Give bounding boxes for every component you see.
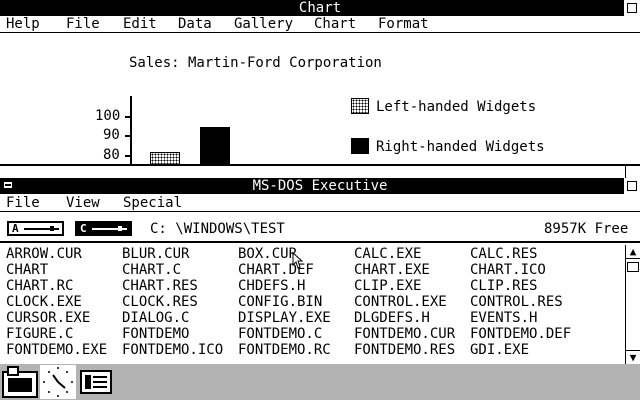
menu-view[interactable]: View: [66, 196, 100, 211]
file-item[interactable]: FIGURE.C: [6, 326, 73, 342]
menu-file[interactable]: File: [66, 17, 100, 32]
file-cabinet-icon[interactable]: [2, 366, 38, 398]
dos-window-title: MS-DOS Executive: [252, 178, 388, 194]
menu-help[interactable]: Help: [6, 17, 40, 32]
chart-menu-bar: Help File Edit Data Gallery Chart Format: [0, 16, 640, 33]
menu-edit[interactable]: Edit: [123, 17, 157, 32]
maximize-icon[interactable]: [624, 0, 640, 16]
file-item[interactable]: FONTDEMO.DEF: [470, 326, 571, 342]
file-item[interactable]: CURSOR.EXE: [6, 310, 90, 326]
scroll-up-icon[interactable]: ▲: [626, 245, 640, 259]
file-item[interactable]: CALC.RES: [470, 246, 537, 262]
file-item[interactable]: GDI.EXE: [470, 342, 529, 358]
system-menu-icon[interactable]: [3, 181, 13, 189]
file-item[interactable]: BLUR.CUR: [122, 246, 189, 262]
window-divider: [0, 164, 640, 166]
file-item[interactable]: CHART.ICO: [470, 262, 546, 278]
legend-swatch-left-handed: [351, 98, 369, 114]
drive-light: [118, 226, 122, 231]
file-item[interactable]: ARROW.CUR: [6, 246, 82, 262]
menu-special[interactable]: Special: [123, 196, 182, 211]
y-tick-label: 100: [95, 108, 121, 124]
path-separator: [0, 241, 640, 243]
file-item[interactable]: FONTDEMO.RES: [354, 342, 455, 358]
dos-menu-bar: File View Special: [0, 194, 640, 212]
drive-a-icon[interactable]: A: [7, 221, 64, 236]
y-tick-mark: [125, 155, 131, 157]
clock-icon[interactable]: [40, 365, 76, 399]
file-item[interactable]: CONFIG.BIN: [238, 294, 322, 310]
scroll-down-icon[interactable]: ▼: [626, 350, 640, 364]
file-item[interactable]: CHART.RES: [122, 278, 198, 294]
file-item[interactable]: CLOCK.EXE: [6, 294, 82, 310]
file-item[interactable]: FONTDEMO.EXE: [6, 342, 107, 358]
menu-data[interactable]: Data: [178, 17, 212, 32]
dos-title-bar[interactable]: MS-DOS Executive: [0, 178, 640, 194]
menu-format[interactable]: Format: [378, 17, 429, 32]
file-item[interactable]: CLIP.RES: [470, 278, 537, 294]
y-axis-line: [130, 96, 132, 164]
file-item[interactable]: CHART.C: [122, 262, 181, 278]
file-item[interactable]: CONTROL.RES: [470, 294, 563, 310]
file-item[interactable]: FONTDEMO: [122, 326, 189, 342]
menu-file[interactable]: File: [6, 196, 40, 211]
chart-window-title: Chart: [298, 0, 342, 16]
mouse-cursor-icon: [292, 252, 304, 269]
file-item[interactable]: CHDEFS.H: [238, 278, 305, 294]
ms-dos-executive-icon[interactable]: [80, 370, 112, 394]
legend-label: Right-handed Widgets: [376, 139, 545, 155]
file-item[interactable]: FONTDEMO.ICO: [122, 342, 223, 358]
legend-label: Left-handed Widgets: [376, 99, 537, 115]
file-item[interactable]: EVENTS.H: [470, 310, 537, 326]
y-tick-label: 90: [103, 127, 120, 143]
menu-gallery[interactable]: Gallery: [234, 17, 293, 32]
file-item[interactable]: CHART.EXE: [354, 262, 430, 278]
file-item[interactable]: DLGDEFS.H: [354, 310, 430, 326]
drive-letter: A: [12, 222, 19, 235]
legend-swatch-right-handed: [351, 138, 369, 154]
file-item[interactable]: CLOCK.RES: [122, 294, 198, 310]
y-tick-mark: [125, 116, 131, 118]
file-item[interactable]: CHART: [6, 262, 48, 278]
file-item[interactable]: BOX.CUR: [238, 246, 297, 262]
file-item[interactable]: CHART.RC: [6, 278, 73, 294]
icon-area: [0, 364, 640, 400]
y-tick-mark: [125, 135, 131, 137]
window-gap: [0, 164, 640, 178]
vertical-scrollbar[interactable]: ▲ ▼: [625, 245, 640, 364]
file-item[interactable]: FONTDEMO.C: [238, 326, 322, 342]
scroll-thumb[interactable]: [627, 262, 639, 272]
drive-c-icon[interactable]: C: [75, 221, 132, 236]
file-item[interactable]: CONTROL.EXE: [354, 294, 447, 310]
free-space: 8957K Free: [544, 221, 629, 237]
file-item[interactable]: FONTDEMO.RC: [238, 342, 331, 358]
current-path: C: \WINDOWS\TEST: [150, 221, 285, 237]
file-item[interactable]: FONTDEMO.CUR: [354, 326, 455, 342]
drive-light: [50, 226, 54, 231]
menu-chart[interactable]: Chart: [314, 17, 356, 32]
file-item[interactable]: CLIP.EXE: [354, 278, 421, 294]
bar-right-handed-widgets: [200, 126, 230, 164]
file-item[interactable]: DISPLAY.EXE: [238, 310, 331, 326]
drive-letter: C: [80, 222, 87, 235]
chart-title-bar[interactable]: Chart: [0, 0, 640, 16]
maximize-icon[interactable]: [624, 178, 640, 194]
chart-size-box[interactable]: [625, 165, 640, 179]
y-tick-label: 80: [103, 147, 120, 163]
file-item[interactable]: CALC.EXE: [354, 246, 421, 262]
chart-title: Sales: Martin-Ford Corporation: [129, 55, 382, 71]
bar-left-handed-widgets: [150, 152, 180, 164]
file-item[interactable]: DIALOG.C: [122, 310, 189, 326]
